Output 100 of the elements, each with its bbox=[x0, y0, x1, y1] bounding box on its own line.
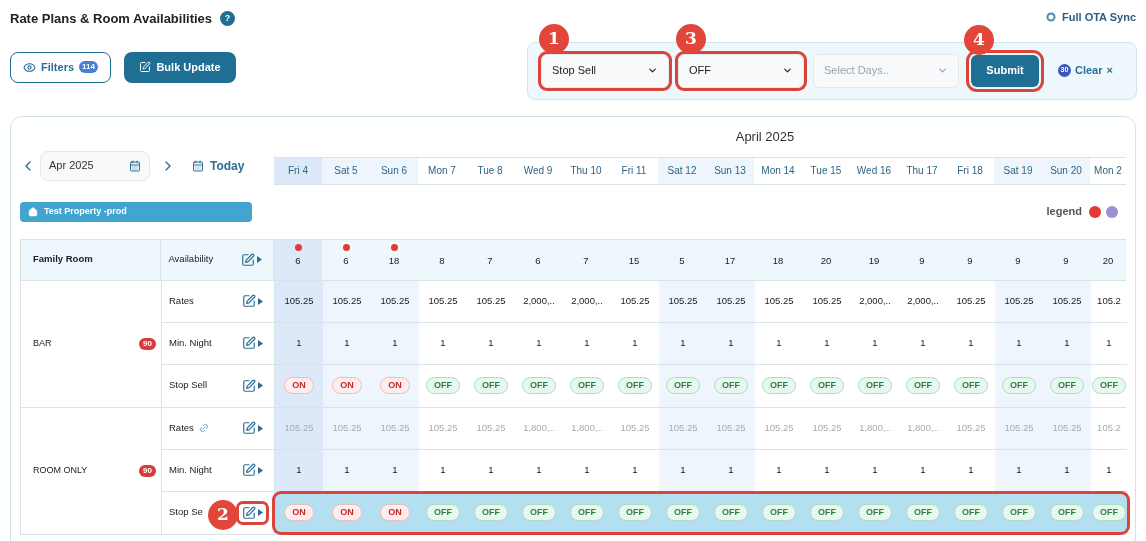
callout-badge: 2 bbox=[208, 499, 238, 530]
rate-value: 105.25 bbox=[428, 293, 458, 308]
day-header[interactable]: Sun 6 bbox=[370, 157, 418, 184]
status-pill: OFF bbox=[474, 503, 508, 522]
help-icon[interactable]: ? bbox=[220, 11, 236, 27]
dropdown-select[interactable]: Stop Sell bbox=[541, 53, 669, 88]
calendar-icon bbox=[192, 159, 204, 172]
rate-value: 105.25 bbox=[1052, 293, 1082, 308]
status-pill: OFF bbox=[1092, 376, 1126, 395]
rate-value: 1,800,.. bbox=[907, 420, 939, 435]
month-picker[interactable]: Apr 2025 bbox=[40, 150, 150, 181]
min-night-value: 1 bbox=[584, 335, 590, 350]
rate-value: 105.25 bbox=[1052, 420, 1082, 435]
today-button[interactable]: Today bbox=[192, 156, 245, 175]
min-night-value: 1 bbox=[872, 335, 878, 350]
min-night-value: 1 bbox=[536, 335, 542, 350]
day-header[interactable]: Fri 4 bbox=[274, 157, 322, 184]
edit-icon bbox=[242, 336, 256, 350]
status-pill: OFF bbox=[1002, 503, 1036, 522]
rate-value: 2,000,.. bbox=[571, 293, 603, 308]
rate-value: 105.2 bbox=[1097, 420, 1121, 435]
day-header[interactable]: Sun 13 bbox=[706, 157, 754, 184]
caret-icon bbox=[258, 297, 263, 305]
rate-value: 2,000,.. bbox=[859, 293, 891, 308]
status-pill: OFF bbox=[570, 376, 604, 395]
status-pill: OFF bbox=[618, 376, 652, 395]
day-header[interactable]: Sat 19 bbox=[994, 157, 1042, 184]
rate-value: 105.25 bbox=[716, 420, 746, 435]
row-label: Min. Night bbox=[169, 335, 212, 350]
availability-value: 17 bbox=[724, 254, 736, 269]
min-night-value: 1 bbox=[536, 462, 542, 477]
caret-icon bbox=[258, 339, 263, 347]
rate-value: 1,800,.. bbox=[571, 420, 603, 435]
status-pill: ON bbox=[284, 376, 314, 395]
status-pill: OFF bbox=[714, 503, 748, 522]
day-header[interactable]: Sat 12 bbox=[658, 157, 706, 184]
month-title: April 2025 bbox=[735, 127, 795, 146]
rate-value: 105.25 bbox=[380, 293, 410, 308]
min-night-value: 1 bbox=[632, 462, 638, 477]
min-night-value: 1 bbox=[1106, 335, 1112, 350]
min-night-value: 1 bbox=[872, 462, 878, 477]
status-pill: OFF bbox=[858, 376, 892, 395]
rate-value: 2,000,.. bbox=[523, 293, 555, 308]
day-header[interactable]: Sun 20 bbox=[1042, 157, 1090, 184]
sync-link[interactable]: Full OTA Sync bbox=[1046, 9, 1136, 26]
row-label: Stop Sell bbox=[169, 378, 208, 393]
min-night-value: 1 bbox=[680, 462, 686, 477]
bulk-update-button[interactable]: Bulk Update bbox=[124, 51, 236, 83]
rate-value: 105.25 bbox=[764, 420, 794, 435]
min-night-value: 1 bbox=[632, 335, 638, 350]
min-night-value: 1 bbox=[824, 335, 830, 350]
status-pill: OFF bbox=[858, 503, 892, 522]
rate-value: 2,000,.. bbox=[907, 293, 939, 308]
min-night-value: 1 bbox=[296, 335, 302, 350]
availability-value: 20 bbox=[820, 254, 832, 269]
availability-value: 9 bbox=[1015, 254, 1021, 269]
rate-value: 105.25 bbox=[956, 293, 986, 308]
availability-value: 9 bbox=[1063, 254, 1069, 269]
status-pill: OFF bbox=[714, 376, 748, 395]
status-pill: OFF bbox=[522, 503, 556, 522]
count-badge: 90 bbox=[139, 464, 156, 477]
rate-value: 105.25 bbox=[476, 420, 506, 435]
status-pill: OFF bbox=[1002, 376, 1036, 395]
min-night-value: 1 bbox=[968, 462, 974, 477]
edit-icon bbox=[242, 463, 256, 477]
day-header[interactable]: Sat 5 bbox=[322, 157, 370, 184]
min-night-value: 1 bbox=[488, 335, 494, 350]
availability-value: 6 bbox=[343, 254, 349, 269]
min-night-value: 1 bbox=[680, 335, 686, 350]
availability-value: 18 bbox=[388, 254, 400, 269]
edit-icon bbox=[242, 294, 256, 308]
filters-button[interactable]: Filters 114 bbox=[10, 51, 111, 83]
status-pill: OFF bbox=[810, 376, 844, 395]
caret-icon bbox=[258, 424, 263, 432]
availability-value: 7 bbox=[487, 254, 493, 269]
status-pill: OFF bbox=[906, 503, 940, 522]
status-pill: OFF bbox=[954, 376, 988, 395]
min-night-value: 1 bbox=[776, 335, 782, 350]
min-night-value: 1 bbox=[392, 335, 398, 350]
page-title: Rate Plans & Room Availabilities bbox=[10, 10, 213, 28]
rate-plan-name: ROOM ONLY bbox=[33, 463, 88, 477]
callout-badge: 1 bbox=[539, 23, 569, 54]
dropdown-select[interactable]: OFF bbox=[678, 53, 804, 88]
edit-icon bbox=[241, 252, 255, 267]
min-night-value: 1 bbox=[968, 335, 974, 350]
rate-value: 105.25 bbox=[956, 420, 986, 435]
min-night-value: 1 bbox=[344, 462, 350, 477]
rate-value: 105.25 bbox=[284, 420, 314, 435]
availability-value: 19 bbox=[868, 254, 880, 269]
min-night-value: 1 bbox=[440, 335, 446, 350]
edit-button[interactable] bbox=[239, 503, 266, 522]
rate-value: 105.25 bbox=[620, 293, 650, 308]
rate-value: 105.25 bbox=[812, 293, 842, 308]
caret-icon bbox=[257, 256, 262, 263]
availability-value: 8 bbox=[439, 254, 445, 269]
min-night-value: 1 bbox=[488, 462, 494, 477]
availability-value: 15 bbox=[628, 254, 640, 269]
rate-value: 105.25 bbox=[812, 420, 842, 435]
rate-value: 105.25 bbox=[668, 420, 698, 435]
min-night-value: 1 bbox=[344, 335, 350, 350]
